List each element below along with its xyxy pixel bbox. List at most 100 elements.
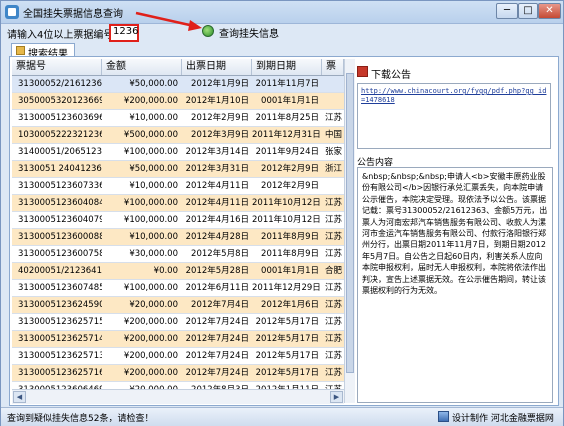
table-row[interactable]: 3130005123600758 ¥30,000.00 2012年5月8日 2011年… bbox=[12, 246, 344, 263]
table-row[interactable]: 3130005123604084 ¥100,000.00 2012年4月11日 201… bbox=[12, 195, 344, 212]
table-header: 票据号 金额 出票日期 到期日期 票 bbox=[12, 59, 344, 76]
cell-issue-date: 2012年1月10日 bbox=[185, 96, 249, 106]
cell-issue-date: 2012年7月24日 bbox=[185, 368, 249, 378]
table-row[interactable]: 31400051/20651236 ¥100,000.00 2012年3月14日 20… bbox=[12, 144, 344, 161]
cell-due-date: 2011年11月7日 bbox=[255, 79, 319, 89]
table-row[interactable]: 31300052/21612363 ¥50,000.00 2012年1月9日 2011… bbox=[12, 76, 344, 93]
column-header-due-date[interactable]: 到期日期 bbox=[252, 59, 322, 75]
table-row[interactable]: 3130005123607336 ¥10,000.00 2012年4月11日 2012… bbox=[12, 178, 344, 195]
credit-link[interactable]: 设计制作 河北金融票据网 bbox=[438, 410, 558, 424]
cell-extra: 江苏 bbox=[325, 351, 343, 361]
status-bar: 查询到疑似挂失信息52条，请检查！ 设计制作 河北金融票据网 bbox=[1, 407, 563, 426]
cell-issue-date: 2012年1月9日 bbox=[191, 79, 249, 89]
cell-amount: ¥100,000.00 bbox=[123, 198, 178, 208]
cell-ticket-no: 3130051 24041236 bbox=[18, 164, 102, 174]
table-row[interactable]: 3130051 24041236 ¥50,000.00 2012年3月31日 2012… bbox=[12, 161, 344, 178]
cell-amount: ¥0.00 bbox=[153, 266, 178, 276]
cell-issue-date: 2012年3月9日 bbox=[191, 130, 249, 140]
cell-due-date: 2011年12月29日 bbox=[252, 283, 321, 293]
cell-ticket-no: 3130005123624590 bbox=[18, 300, 102, 310]
table-row[interactable]: 3130005123603696 ¥10,000.00 2012年2月9日 2011年… bbox=[12, 110, 344, 127]
cell-amount: ¥100,000.00 bbox=[123, 147, 178, 157]
horizontal-scrollbar[interactable]: ◀ ▶ bbox=[12, 389, 344, 404]
table-row[interactable]: 3130005123607485 ¥100,000.00 2012年6月11日 201… bbox=[12, 280, 344, 297]
cell-due-date: 2011年9月24日 bbox=[255, 147, 319, 157]
query-lost-info-button[interactable]: 查询挂失信息 bbox=[202, 24, 282, 40]
maximize-button[interactable]: □ bbox=[518, 3, 538, 19]
download-notice-label: 下载公告 bbox=[371, 70, 411, 81]
cell-due-date: 2012年5月17日 bbox=[255, 334, 319, 344]
scroll-left-icon[interactable]: ◀ bbox=[13, 391, 26, 403]
cell-issue-date: 2012年5月8日 bbox=[191, 249, 249, 259]
cell-amount: ¥20,000.00 bbox=[129, 300, 178, 310]
table-row[interactable]: 3130005123625713 ¥200,000.00 2012年7月24日 201… bbox=[12, 348, 344, 365]
cell-extra: 江苏 bbox=[325, 300, 343, 310]
tab-search-results[interactable]: 搜索结果 bbox=[11, 43, 75, 60]
cell-issue-date: 2012年7月24日 bbox=[185, 317, 249, 327]
cell-extra: 江苏 bbox=[325, 368, 343, 378]
folder-icon bbox=[16, 46, 25, 55]
column-header-amount[interactable]: 金额 bbox=[102, 59, 182, 75]
cell-amount: ¥100,000.00 bbox=[123, 283, 178, 293]
cell-issue-date: 2012年3月14日 bbox=[185, 147, 249, 157]
close-icon: ✕ bbox=[545, 5, 554, 16]
cell-amount: ¥200,000.00 bbox=[123, 368, 178, 378]
scrollbar-thumb[interactable] bbox=[346, 73, 354, 373]
column-header-extra[interactable]: 票 bbox=[322, 59, 344, 75]
download-notice-button[interactable]: 下载公告 bbox=[357, 65, 417, 81]
cell-extra: 江苏 bbox=[325, 113, 343, 123]
title-bar[interactable]: 全国挂失票据信息查询 ─ □ ✕ bbox=[1, 1, 563, 24]
cell-issue-date: 2012年4月28日 bbox=[185, 232, 249, 242]
cell-amount: ¥200,000.00 bbox=[123, 96, 178, 106]
results-table[interactable]: 票据号 金额 出票日期 到期日期 票 31300052/21612363 ¥50,… bbox=[12, 59, 344, 403]
notice-content-text[interactable]: &nbsp;&nbsp;&nbsp;申请人<b>安徽丰原药业股份有限公司</b>… bbox=[357, 167, 553, 403]
scroll-right-icon[interactable]: ▶ bbox=[330, 391, 343, 403]
minimize-button[interactable]: ─ bbox=[496, 3, 518, 19]
table-row[interactable]: 1030005222321236 ¥500,000.00 2012年3月9日 2011… bbox=[12, 127, 344, 144]
close-button[interactable]: ✕ bbox=[538, 3, 561, 19]
cell-due-date: 2012年2月9日 bbox=[261, 164, 319, 174]
cell-ticket-no: 3130005123604079 bbox=[18, 215, 102, 225]
cell-extra: 中国 bbox=[325, 130, 343, 140]
cell-due-date: 2011年8月25日 bbox=[255, 113, 319, 123]
cell-due-date: 2012年5月17日 bbox=[255, 368, 319, 378]
cell-issue-date: 2012年7月24日 bbox=[185, 351, 249, 361]
query-button-label: 查询挂失信息 bbox=[219, 29, 279, 40]
table-row[interactable]: 3130005123600088 ¥10,000.00 2012年4月28日 2011… bbox=[12, 229, 344, 246]
pdf-icon bbox=[357, 66, 368, 77]
table-row[interactable]: 40200051/21236419 ¥0.00 2012年5月28日 0001年1月1… bbox=[12, 263, 344, 280]
cell-ticket-no: 3130005123625716 bbox=[18, 368, 102, 378]
cell-ticket-no: 3130005123600758 bbox=[18, 249, 102, 259]
table-row[interactable]: 313000512362571​5 ¥200,000.00 2012年7月24日 20… bbox=[12, 314, 344, 331]
notice-url-link[interactable]: http://www.chinacourt.org/fygg/pdf.php?g… bbox=[357, 83, 551, 149]
cell-ticket-no: 3130005123625714 bbox=[18, 334, 102, 344]
vertical-scrollbar[interactable] bbox=[344, 59, 355, 403]
cell-due-date: 2011年10月12日 bbox=[252, 215, 321, 225]
cell-ticket-no: 3130005123625713 bbox=[18, 351, 102, 361]
cell-extra: 江苏 bbox=[325, 198, 343, 208]
table-row[interactable]: 3130005123624590 ¥20,000.00 2012年7月4日 2012年… bbox=[12, 297, 344, 314]
cell-due-date: 2012年1月6日 bbox=[261, 300, 319, 310]
cell-issue-date: 2012年3月31日 bbox=[185, 164, 249, 174]
cell-extra: 江苏 bbox=[325, 317, 343, 327]
column-header-ticket-no[interactable]: 票据号 bbox=[12, 59, 102, 75]
cell-extra bbox=[322, 93, 344, 109]
table-row[interactable]: 3130005123625716 ¥200,000.00 2012年7月24日 201… bbox=[12, 365, 344, 382]
cell-extra bbox=[322, 76, 344, 92]
credit-label: 设计制作 河北金融票据网 bbox=[452, 414, 554, 424]
table-row[interactable]: 3130005123604079 ¥100,000.00 2012年4月16日 201… bbox=[12, 212, 344, 229]
cell-ticket-no: 40200051/21236419 bbox=[18, 266, 102, 276]
cell-ticket-no: 3130005123600088 bbox=[18, 232, 102, 242]
table-row[interactable]: 3050005320123669 ¥200,000.00 2012年1月10日 000… bbox=[12, 93, 344, 110]
cell-ticket-no: 31300052/21612363 bbox=[18, 79, 102, 89]
window-title: 全国挂失票据信息查询 bbox=[23, 9, 123, 20]
ticket-number-input[interactable]: 1236 bbox=[109, 24, 139, 42]
cell-ticket-no: 313000512362571​5 bbox=[18, 317, 102, 327]
cell-amount: ¥10,000.00 bbox=[129, 181, 178, 191]
table-row[interactable]: 3130005123625714 ¥200,000.00 2012年7月24日 201… bbox=[12, 331, 344, 348]
column-header-issue-date[interactable]: 出票日期 bbox=[182, 59, 252, 75]
cell-issue-date: 2012年4月11日 bbox=[185, 181, 249, 191]
detail-pane: 下载公告 http://www.chinacourt.org/fygg/pdf.… bbox=[355, 59, 555, 403]
cell-extra: 江苏 bbox=[325, 215, 343, 225]
cell-issue-date: 2012年4月11日 bbox=[185, 198, 249, 208]
